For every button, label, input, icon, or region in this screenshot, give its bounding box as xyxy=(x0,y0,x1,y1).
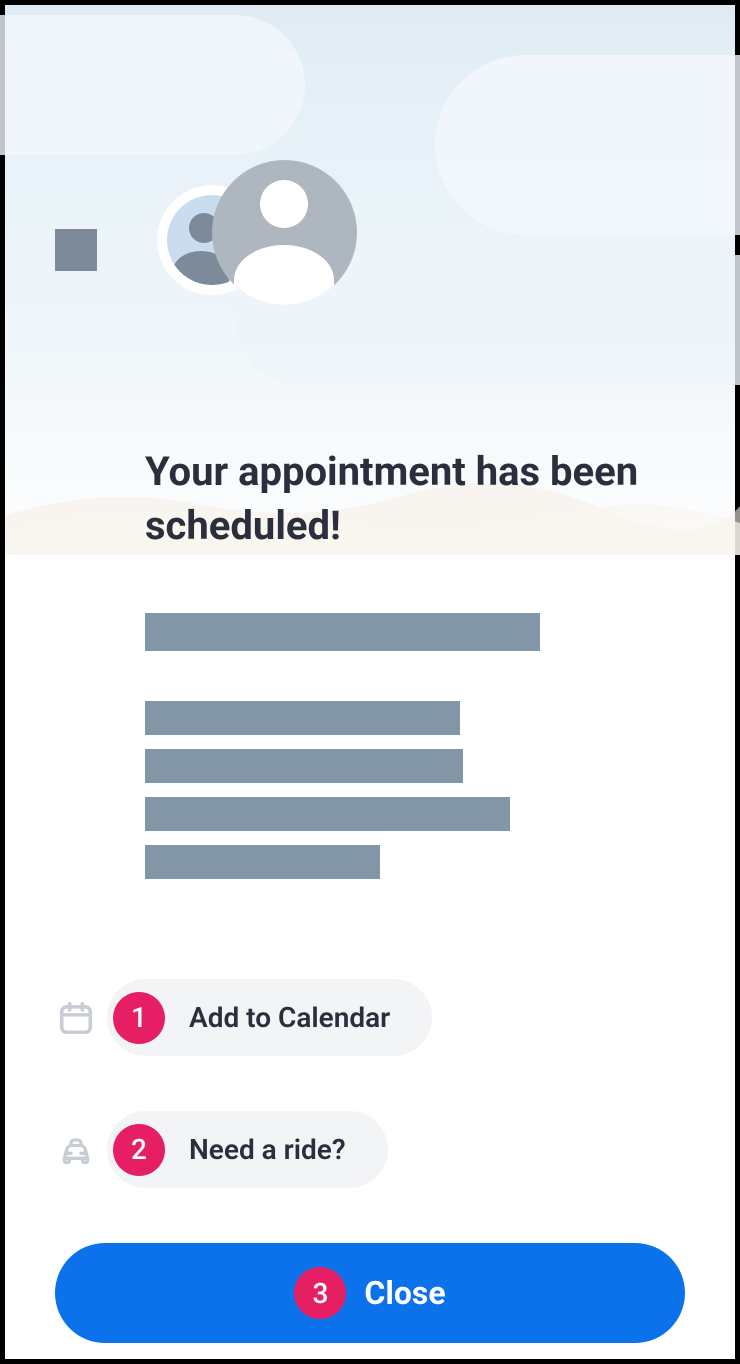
confirmation-heading: Your appointment has been scheduled! xyxy=(145,445,645,553)
step-badge-3: 3 xyxy=(294,1267,346,1319)
need-a-ride-row: 2 Need a ride? xyxy=(55,1111,685,1188)
menu-placeholder xyxy=(55,229,97,271)
calendar-icon xyxy=(55,997,97,1039)
placeholder-line xyxy=(145,613,540,651)
placeholder-line xyxy=(145,845,380,879)
placeholder-line xyxy=(145,797,510,831)
appointment-details-placeholder xyxy=(145,701,685,879)
step-badge-1: 1 xyxy=(113,992,165,1044)
add-to-calendar-row: 1 Add to Calendar xyxy=(55,979,685,1056)
avatar-primary xyxy=(212,160,357,305)
close-label: Close xyxy=(364,1274,445,1312)
placeholder-line xyxy=(145,701,460,735)
close-button[interactable]: 3 Close xyxy=(55,1243,685,1343)
need-a-ride-label: Need a ride? xyxy=(189,1133,346,1166)
step-badge-2: 2 xyxy=(113,1124,165,1176)
placeholder-line xyxy=(145,749,463,783)
appointment-details-placeholder xyxy=(145,613,685,651)
avatar-group xyxy=(157,175,357,325)
add-to-calendar-label: Add to Calendar xyxy=(189,1001,390,1034)
car-icon xyxy=(55,1129,97,1171)
